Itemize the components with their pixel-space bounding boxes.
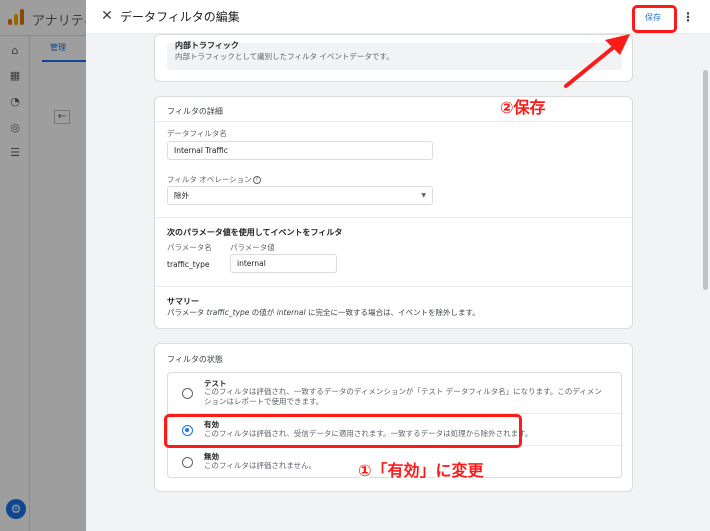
save-annotation: ②保存 xyxy=(500,98,546,117)
filter-type-card: 内部トラフィック 内部トラフィックとして識別したフィルタ イベントデータです。 xyxy=(154,34,633,82)
filter-name-input[interactable]: Internal Traffic xyxy=(167,141,433,160)
traffic-type-description: 内部トラフィックとして識別したフィルタ イベントデータです。 xyxy=(175,52,394,61)
filter-details-card: フィルタの詳細 データフィルタ名 Internal Traffic フィルタ オ… xyxy=(154,96,633,329)
param-heading: 次のパラメータ値を使用してイベントをフィルタ xyxy=(167,228,343,237)
summary-title: サマリー xyxy=(167,297,199,306)
radio-inactive[interactable] xyxy=(182,457,193,468)
traffic-type-title: 内部トラフィック xyxy=(175,41,239,50)
state-option-test[interactable]: テスト このフィルタは評価され、一致するデータのディメンションが「テスト データ… xyxy=(168,373,621,413)
param-name: traffic_type xyxy=(167,260,210,269)
divider xyxy=(155,121,632,122)
panel-header: ✕ データフィルタの編集 保存 ⋮ xyxy=(86,0,710,34)
state-option-description: このフィルタは評価され、一致するデータのディメンションが「テスト データフィルタ… xyxy=(204,387,602,406)
scrollbar[interactable] xyxy=(703,70,708,290)
radio-test[interactable] xyxy=(182,388,193,399)
divider xyxy=(155,217,632,218)
filter-state-title: フィルタの状態 xyxy=(167,355,223,364)
filter-operation-value: 除外 xyxy=(174,191,189,200)
param-name-header: パラメータ名 xyxy=(167,243,212,252)
panel-title: データフィルタの編集 xyxy=(120,10,240,24)
active-annotation: ①「有効」に変更 xyxy=(358,461,484,480)
filter-name-label: データフィルタ名 xyxy=(167,129,227,138)
close-icon[interactable]: ✕ xyxy=(100,9,114,23)
more-vert-icon[interactable]: ⋮ xyxy=(682,8,694,26)
edit-data-filter-panel: ✕ データフィルタの編集 保存 ⋮ 内部トラフィック 内部トラフィックとして識別… xyxy=(86,0,710,531)
help-icon[interactable]: ? xyxy=(252,176,261,184)
summary-text: パラメータ traffic_type の値が internal に完全に一致する… xyxy=(167,308,480,317)
active-highlight-box xyxy=(164,414,522,448)
param-value-input[interactable]: internal xyxy=(230,254,337,273)
filter-operation-select[interactable]: 除外 ▼ xyxy=(167,186,433,205)
save-highlight-box xyxy=(632,5,677,33)
dropdown-arrow-icon: ▼ xyxy=(421,192,426,199)
filter-details-title: フィルタの詳細 xyxy=(167,107,223,116)
divider xyxy=(155,286,632,287)
filter-operation-label: フィルタ オペレーション? xyxy=(167,174,261,185)
param-value-header: パラメータ値 xyxy=(230,243,275,252)
